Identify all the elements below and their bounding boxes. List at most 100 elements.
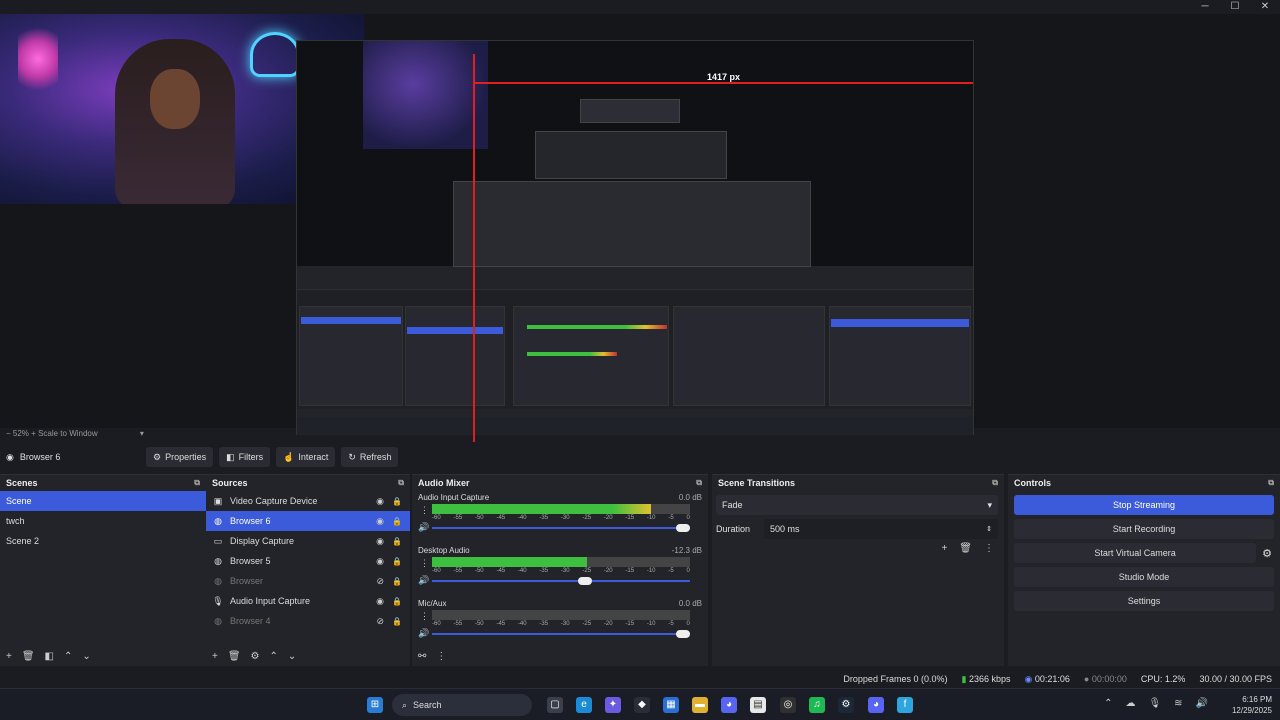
- lock-icon[interactable]: 🔒: [392, 617, 402, 626]
- obs-icon[interactable]: ◎: [780, 697, 796, 713]
- stop-streaming-button[interactable]: Stop Streaming: [1014, 495, 1274, 515]
- start-recording-button[interactable]: Start Recording: [1014, 519, 1274, 539]
- gear-icon[interactable]: ⚙: [1262, 547, 1272, 560]
- more-icon[interactable]: ⋮: [420, 558, 429, 569]
- settings-button[interactable]: Settings: [1014, 591, 1274, 611]
- steam-icon[interactable]: ⚙: [838, 697, 854, 713]
- chevron-down-icon[interactable]: ▾: [140, 429, 144, 438]
- windows-start-icon[interactable]: ⊞: [367, 697, 383, 713]
- microphone-icon[interactable]: 🎙: [1148, 698, 1161, 709]
- duration-field[interactable]: 500 ms ⇕: [764, 519, 998, 539]
- more-icon[interactable]: ⋮: [984, 543, 994, 554]
- eye-hidden-icon[interactable]: ⊘: [376, 616, 384, 627]
- slider-handle[interactable]: [676, 524, 690, 532]
- folder-icon[interactable]: ▬: [692, 697, 708, 713]
- gear-icon[interactable]: ⚙: [251, 651, 260, 662]
- speaker-icon[interactable]: 🔊: [418, 575, 429, 586]
- eye-icon[interactable]: ◉: [376, 556, 384, 567]
- popout-icon[interactable]: ⧉: [1268, 478, 1274, 488]
- speaker-icon[interactable]: 🔊: [418, 522, 429, 533]
- more-icon[interactable]: ⋮: [420, 505, 429, 516]
- source-item[interactable]: ◍ Browser 5 ◉ 🔒: [206, 551, 410, 571]
- copilot-icon[interactable]: ✦: [605, 697, 621, 713]
- discord-app-icon[interactable]: ◕: [868, 697, 884, 713]
- scene-item[interactable]: Scene 2: [0, 531, 206, 551]
- stepper-icon[interactable]: ⇕: [986, 525, 992, 533]
- refresh-button[interactable]: ↻ Refresh: [341, 447, 399, 467]
- chevron-up-icon[interactable]: ⌃: [64, 651, 72, 662]
- refresh-icon: ↻: [348, 451, 356, 462]
- filters-button[interactable]: ◧ Filters: [219, 447, 271, 467]
- source-item[interactable]: ▣ Video Capture Device ◉ 🔒: [206, 491, 410, 511]
- eye-icon[interactable]: ◉: [376, 496, 384, 507]
- source-item[interactable]: ▭ Display Capture ◉ 🔒: [206, 531, 410, 551]
- transition-select[interactable]: Fade ▾: [716, 495, 998, 515]
- store-icon[interactable]: ▦: [663, 697, 679, 713]
- zoom-in-button[interactable]: +: [31, 429, 36, 438]
- popout-icon[interactable]: ⧉: [696, 478, 702, 488]
- trash-icon[interactable]: 🗑: [228, 651, 241, 662]
- popout-icon[interactable]: ⧉: [398, 478, 404, 488]
- edge-icon[interactable]: e: [576, 697, 592, 713]
- maximize-button[interactable]: ☐: [1220, 0, 1250, 14]
- volume-slider[interactable]: [432, 577, 690, 585]
- lock-icon[interactable]: 🔒: [392, 597, 402, 606]
- speaker-icon[interactable]: 🔊: [418, 628, 429, 639]
- source-item[interactable]: ◍ Browser ⊘ 🔒: [206, 571, 410, 591]
- interact-button[interactable]: ☝ Interact: [276, 447, 336, 467]
- more-icon[interactable]: ⋮: [420, 611, 429, 622]
- trash-icon[interactable]: 🗑: [959, 543, 972, 554]
- close-button[interactable]: ✕: [1250, 0, 1280, 14]
- popout-icon[interactable]: ⧉: [992, 478, 998, 488]
- source-item[interactable]: ◍ Browser 6 ◉ 🔒: [206, 511, 410, 531]
- lock-icon[interactable]: 🔒: [392, 517, 402, 526]
- eye-icon[interactable]: ◉: [376, 516, 384, 527]
- scene-item[interactable]: twch: [0, 511, 206, 531]
- discord-icon[interactable]: ◕: [721, 697, 737, 713]
- document-icon[interactable]: ▤: [750, 697, 766, 713]
- eye-hidden-icon[interactable]: ⊘: [376, 576, 384, 587]
- eye-icon[interactable]: ◉: [376, 536, 384, 547]
- app-icon[interactable]: ◆: [634, 697, 650, 713]
- scene-item[interactable]: Scene: [0, 491, 206, 511]
- more-icon[interactable]: ⋮: [436, 651, 446, 662]
- filter-icon[interactable]: ◧: [45, 651, 54, 662]
- minimize-button[interactable]: ─: [1190, 0, 1220, 14]
- trash-icon[interactable]: 🗑: [22, 651, 35, 662]
- lock-icon[interactable]: 🔒: [392, 557, 402, 566]
- scale-mode[interactable]: Scale to Window: [38, 429, 98, 438]
- lock-icon[interactable]: 🔒: [392, 497, 402, 506]
- chevron-up-icon[interactable]: ⌃: [1104, 698, 1112, 709]
- source-item[interactable]: ◍ Browser 4 ⊘ 🔒: [206, 611, 410, 631]
- add-icon[interactable]: +: [6, 651, 12, 662]
- chevron-down-icon[interactable]: ⌄: [82, 651, 90, 662]
- slider-handle[interactable]: [577, 577, 592, 585]
- link-icon[interactable]: ⚯: [418, 651, 426, 662]
- cloud-icon[interactable]: ☁: [1125, 698, 1135, 709]
- slider-handle[interactable]: [676, 630, 690, 638]
- popout-icon[interactable]: ⧉: [194, 478, 200, 488]
- start-virtual-camera-button[interactable]: Start Virtual Camera: [1014, 543, 1257, 563]
- spotify-icon[interactable]: ♫: [809, 697, 825, 713]
- task-view-icon[interactable]: ▢: [547, 697, 563, 713]
- lock-icon[interactable]: 🔒: [392, 577, 402, 586]
- volume-icon[interactable]: 🔊: [1196, 698, 1208, 709]
- preview-canvas[interactable]: 1417 px: [0, 14, 1280, 442]
- source-item[interactable]: 🎙 Audio Input Capture ◉ 🔒: [206, 591, 410, 611]
- zoom-out-button[interactable]: −: [6, 429, 11, 438]
- volume-slider[interactable]: [432, 630, 690, 638]
- add-icon[interactable]: +: [212, 651, 218, 662]
- properties-button[interactable]: ⚙ Properties: [146, 447, 214, 467]
- add-icon[interactable]: +: [941, 543, 947, 554]
- chevron-down-icon[interactable]: ⌄: [288, 651, 296, 662]
- wifi-icon[interactable]: ≋: [1174, 698, 1182, 709]
- scale-tick: -30: [560, 515, 570, 521]
- clock[interactable]: 6:16 PM 12/29/2025: [1232, 694, 1272, 716]
- eye-icon[interactable]: ◉: [376, 596, 384, 607]
- studio-mode-button[interactable]: Studio Mode: [1014, 567, 1274, 587]
- volume-slider[interactable]: [432, 524, 690, 532]
- app-icon[interactable]: f: [897, 697, 913, 713]
- lock-icon[interactable]: 🔒: [392, 537, 402, 546]
- taskbar-search[interactable]: ⌕ Search: [392, 694, 532, 716]
- chevron-up-icon[interactable]: ⌃: [270, 651, 278, 662]
